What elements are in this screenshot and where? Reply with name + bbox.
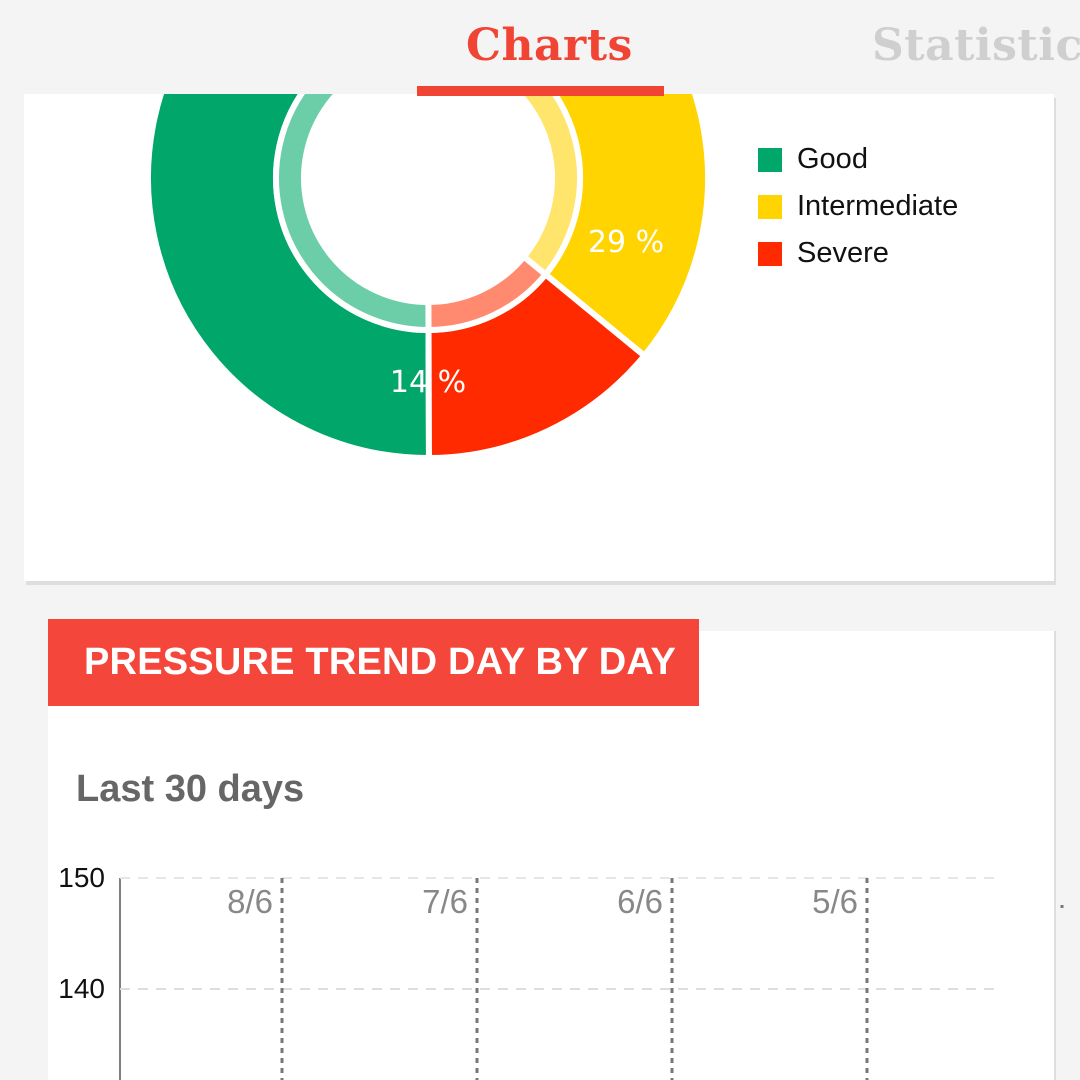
tab-bar: Charts Statistics xyxy=(0,0,1080,94)
y-tick-140: 140 xyxy=(58,973,105,1004)
legend-swatch-severe xyxy=(758,241,782,266)
legend-label-intermediate: Intermediate xyxy=(797,190,959,222)
pressure-trend-chart[interactable]: 150 140 8/6 7/6 6/6 5/6 xyxy=(0,850,1080,1080)
x-tick-8-6: 8/6 xyxy=(227,883,273,920)
legend-swatch-good xyxy=(758,147,782,172)
y-tick-150: 150 xyxy=(58,862,105,893)
donut-chart: 29 % 14 % xyxy=(145,94,711,462)
banner-title: PRESSURE TREND DAY BY DAY xyxy=(84,641,677,683)
tab-statistics[interactable]: Statistics xyxy=(872,20,1080,71)
legend-label-good: Good xyxy=(797,143,868,175)
legend-item-intermediate: Intermediate xyxy=(758,183,958,230)
x-tick-6-6: 6/6 xyxy=(617,883,663,920)
legend-item-good: Good xyxy=(758,136,958,183)
period-label: Last 30 days xyxy=(76,768,305,810)
legend-item-severe: Severe xyxy=(758,230,958,277)
active-tab-indicator xyxy=(417,86,664,96)
severe-slice-label: 14 % xyxy=(390,365,466,400)
tab-charts[interactable]: Charts xyxy=(466,20,633,71)
x-tick-7-6: 7/6 xyxy=(422,883,468,920)
pressure-trend-banner: PRESSURE TREND DAY BY DAY xyxy=(48,619,699,706)
x-tick-5-6: 5/6 xyxy=(812,883,858,920)
chart-legend: Good Intermediate Severe xyxy=(758,136,958,277)
legend-label-severe: Severe xyxy=(797,237,889,269)
intermediate-slice-label: 29 % xyxy=(588,225,664,260)
legend-swatch-intermediate xyxy=(758,194,782,219)
distribution-card: 29 % 14 % Good Intermediate Severe xyxy=(24,94,1054,581)
